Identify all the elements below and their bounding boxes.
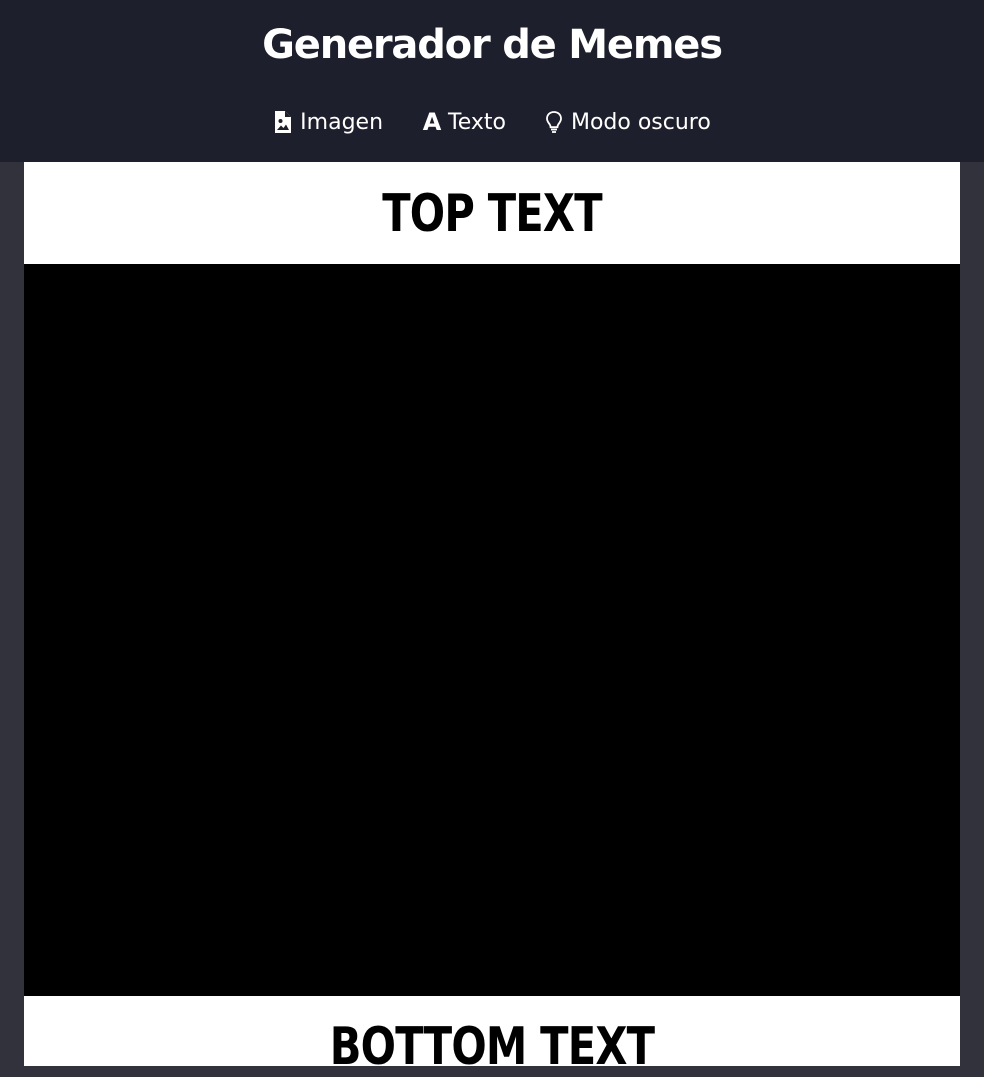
lightbulb-icon <box>544 110 566 134</box>
dark-mode-label: Modo oscuro <box>570 109 711 135</box>
dark-mode-button[interactable]: Modo oscuro <box>544 110 711 135</box>
text-panel-button[interactable]: A Texto <box>421 110 506 135</box>
text-panel-label: Texto <box>448 109 506 135</box>
meme-top-text: TOP TEXT <box>382 184 602 244</box>
image-file-icon <box>273 110 295 134</box>
main-nav: Imagen A Texto Modo oscuro <box>0 104 984 140</box>
image-panel-button[interactable]: Imagen <box>273 110 383 135</box>
meme-bottom-text: BOTTOM TEXT <box>329 1017 655 1077</box>
image-panel-label: Imagen <box>300 109 384 135</box>
meme-image <box>24 264 960 996</box>
meme-canvas: TOP TEXT BOTTOM TEXT <box>24 162 960 1077</box>
text-icon: A <box>422 108 442 136</box>
page-title: Generador de Memes <box>262 22 723 68</box>
app-header: Generador de Memes Imagen A Texto Modo o… <box>0 0 984 162</box>
